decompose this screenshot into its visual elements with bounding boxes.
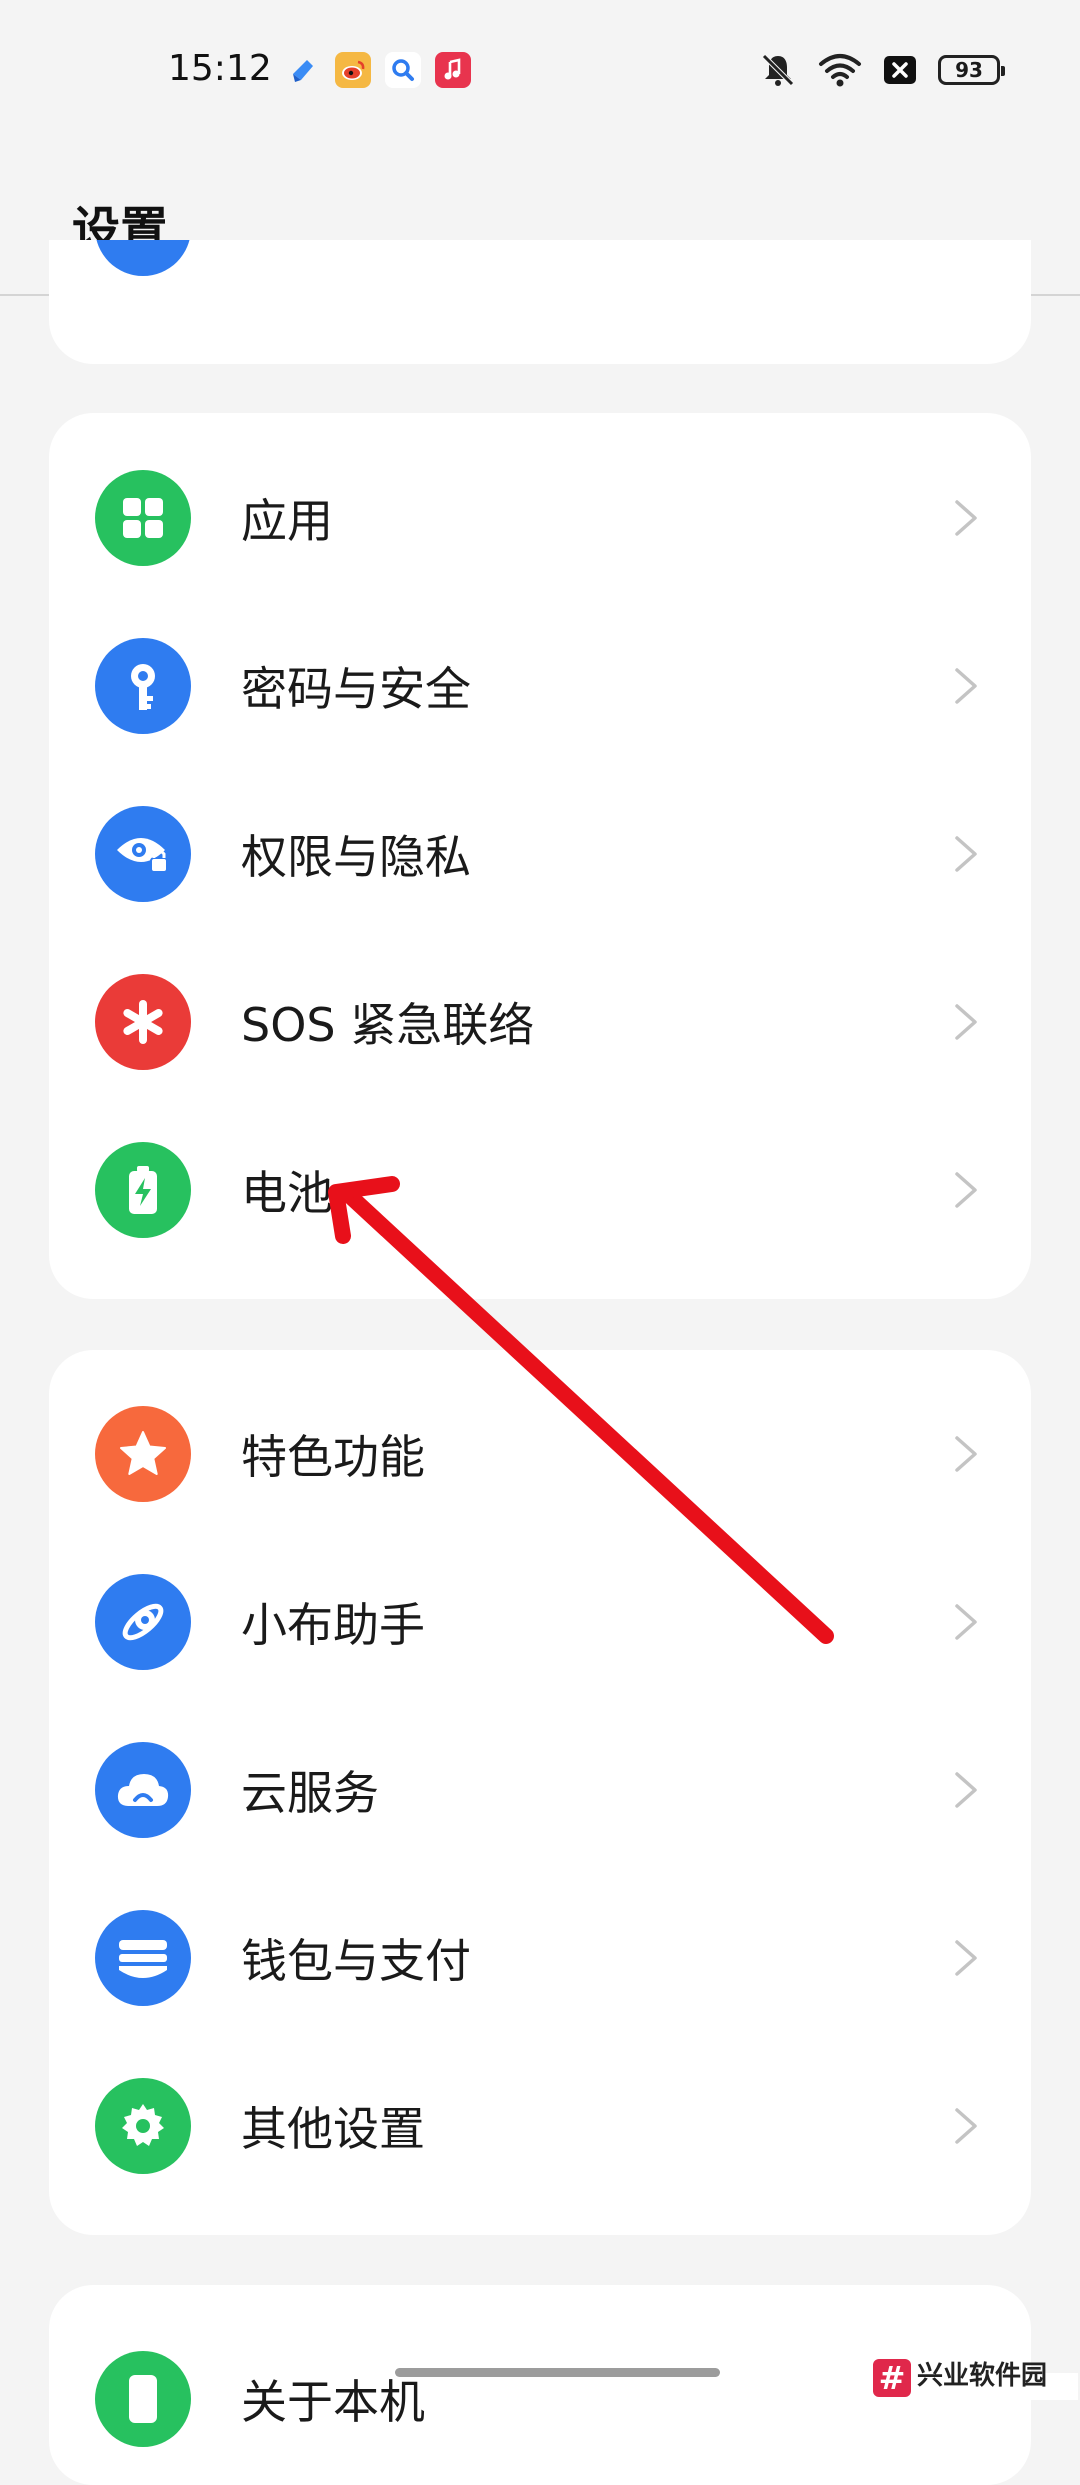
settings-item-label: 其他设置 — [241, 2102, 425, 2156]
settings-group-previous — [49, 240, 1031, 364]
music-icon — [435, 52, 471, 88]
status-time: 15:12 — [168, 48, 272, 89]
settings-item-wallet[interactable]: 钱包与支付 — [49, 1874, 1031, 2042]
star-icon — [95, 1406, 191, 1502]
battery-level: 93 — [955, 58, 983, 82]
settings-item-label: 小布助手 — [241, 1598, 425, 1652]
settings-item-label: 云服务 — [241, 1766, 379, 1820]
status-bar: 15:12 93 — [0, 0, 1080, 140]
settings-item-password-security[interactable]: 密码与安全 — [49, 602, 1031, 770]
key-icon — [95, 638, 191, 734]
wifi-icon — [819, 54, 861, 87]
chevron-right-icon — [955, 1172, 977, 1208]
feishu-icon — [285, 52, 321, 88]
settings-item-label: 电池 — [241, 1166, 333, 1220]
notification-app-icons — [285, 52, 471, 88]
search-app-icon — [385, 52, 421, 88]
settings-item-other[interactable]: 其他设置 — [49, 2042, 1031, 2210]
privacy-eye-icon — [95, 806, 191, 902]
settings-item-label: SOS 紧急联络 — [241, 998, 535, 1052]
settings-item-label: 权限与隐私 — [241, 830, 471, 884]
chevron-right-icon — [955, 1436, 977, 1472]
settings-item-label: 特色功能 — [241, 1430, 425, 1484]
settings-item-assistant[interactable]: 小布助手 — [49, 1538, 1031, 1706]
chevron-right-icon — [955, 668, 977, 704]
battery-icon — [95, 1142, 191, 1238]
chevron-right-icon — [955, 1604, 977, 1640]
settings-item-label: 密码与安全 — [241, 662, 471, 716]
system-status-icons: 93 — [758, 50, 1005, 90]
apps-icon — [95, 470, 191, 566]
chevron-right-icon — [955, 1772, 977, 1808]
phone-icon — [95, 2351, 191, 2447]
chevron-right-icon — [955, 500, 977, 536]
settings-item-label: 钱包与支付 — [241, 1934, 471, 1988]
mute-bell-icon — [762, 54, 794, 86]
battery-indicator: 93 — [938, 55, 1005, 85]
chevron-right-icon — [955, 1940, 977, 1976]
chevron-right-icon — [955, 1004, 977, 1040]
weibo-icon — [335, 52, 371, 88]
assistant-icon — [95, 1574, 191, 1670]
no-sim-icon — [884, 56, 916, 84]
gear-icon — [95, 2078, 191, 2174]
partial-item-icon — [95, 240, 191, 276]
watermark-logo: # — [873, 2358, 911, 2397]
chevron-right-icon — [955, 2108, 977, 2144]
watermark: # 兴业软件园 — [873, 2358, 1078, 2400]
settings-item-features[interactable]: 特色功能 — [49, 1370, 1031, 1538]
wallet-icon — [95, 1910, 191, 2006]
sos-asterisk-icon — [95, 974, 191, 1070]
home-indicator[interactable] — [395, 2368, 720, 2377]
cloud-icon — [95, 1742, 191, 1838]
watermark-text: 兴业软件园 — [917, 2363, 1047, 2389]
settings-group-2: 特色功能 小布助手 云服务 钱包与支付 其他设置 — [49, 1350, 1031, 2235]
settings-item-sos[interactable]: SOS 紧急联络 — [49, 938, 1031, 1106]
settings-item-label: 应用 — [241, 494, 333, 548]
settings-item-battery[interactable]: 电池 — [49, 1106, 1031, 1274]
watermark-name: 兴业软件园 — [917, 2360, 1048, 2391]
settings-group-1: 应用 密码与安全 权限与隐私 SOS 紧急联络 电池 — [49, 413, 1031, 1299]
chevron-right-icon — [955, 836, 977, 872]
settings-item-cloud[interactable]: 云服务 — [49, 1706, 1031, 1874]
settings-item-apps[interactable]: 应用 — [49, 434, 1031, 602]
settings-item-permissions-privacy[interactable]: 权限与隐私 — [49, 770, 1031, 938]
